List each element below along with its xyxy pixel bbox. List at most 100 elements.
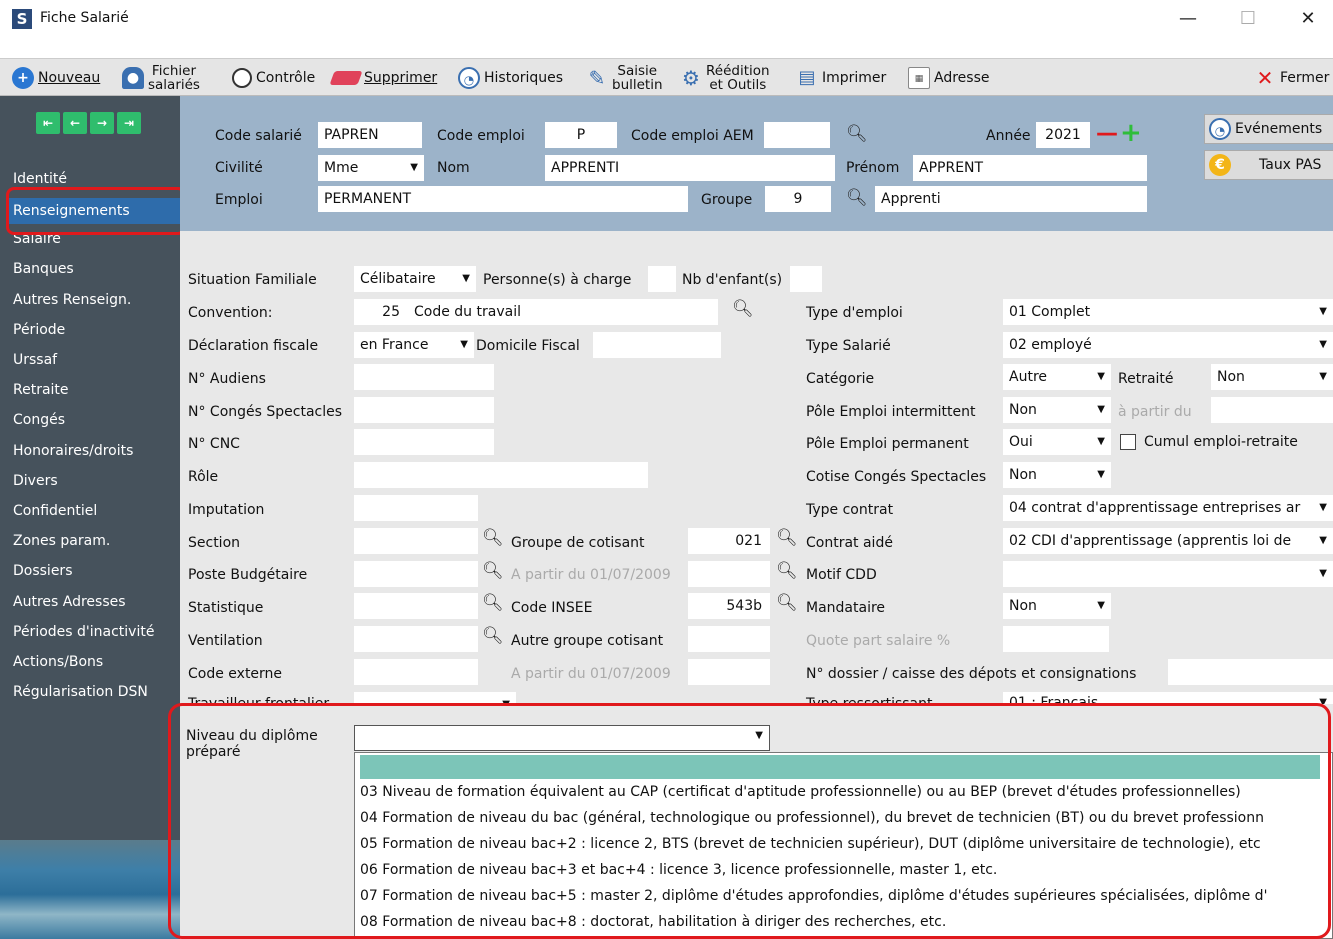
categorie-select[interactable]: Autre: [1003, 364, 1111, 390]
sidebar-item-retraite[interactable]: Retraite: [13, 379, 181, 401]
statistique-label: Statistique: [188, 600, 264, 616]
cumul-emploi-retraite-checkbox[interactable]: [1120, 434, 1136, 450]
role-field[interactable]: [354, 462, 648, 488]
search-icon[interactable]: 🔍︎: [846, 188, 868, 208]
sidebar-item-autres-adresses[interactable]: Autres Adresses: [13, 591, 181, 613]
prenom-field[interactable]: APPRENT: [913, 155, 1147, 181]
section-field[interactable]: [354, 528, 478, 554]
civilite-select[interactable]: Mme: [318, 155, 424, 181]
a-partir-du-field[interactable]: [1211, 397, 1333, 423]
taux-pas-button[interactable]: € Taux PAS: [1204, 150, 1333, 180]
ventilation-label: Ventilation: [188, 633, 263, 649]
declaration-fiscale-select[interactable]: en France: [354, 332, 474, 358]
quote-part-salaire-field[interactable]: [1003, 626, 1109, 652]
pole-emploi-permanent-select[interactable]: Oui: [1003, 429, 1111, 455]
type-contrat-select[interactable]: 04 contrat d'apprentissage entreprises a…: [1003, 495, 1333, 521]
autre-groupe-cotisant-field[interactable]: [688, 626, 770, 652]
code-salarie-label: Code salarié: [215, 128, 302, 144]
saisie-bulletin-button[interactable]: ✎ Saisie bulletin: [586, 59, 663, 97]
sidebar-item-autres-renseign[interactable]: Autres Renseign.: [13, 289, 181, 311]
minimize-button[interactable]: —: [1168, 4, 1208, 34]
cnc-field[interactable]: [354, 429, 494, 455]
a-partir-2009-label: A partir du 01/07/2009: [511, 567, 671, 583]
sidebar-item-periode[interactable]: Période: [13, 319, 181, 341]
convention-code-field[interactable]: 25: [354, 299, 408, 325]
sidebar-item-banques[interactable]: Banques: [13, 258, 181, 280]
search-icon[interactable]: 🔍︎: [776, 593, 798, 613]
sidebar-item-periodes-inactivite[interactable]: Périodes d'inactivité: [13, 621, 181, 643]
domicile-fiscal-field[interactable]: [593, 332, 721, 358]
search-icon[interactable]: 🔍︎: [732, 299, 754, 319]
a-partir-2009-field[interactable]: [688, 561, 770, 587]
first-record-button[interactable]: ⇤: [36, 112, 60, 134]
pole-emploi-intermittent-select[interactable]: Non: [1003, 397, 1111, 423]
code-emploi-aem-field[interactable]: [764, 122, 830, 148]
search-icon[interactable]: 🔍︎: [482, 528, 504, 548]
type-emploi-select[interactable]: 01 Complet: [1003, 299, 1333, 325]
sidebar-item-dossiers[interactable]: Dossiers: [13, 560, 181, 582]
decrement-year-button[interactable]: —: [1096, 121, 1118, 146]
retraite-select[interactable]: Non: [1211, 364, 1333, 390]
maximize-button[interactable]: ☐: [1228, 4, 1268, 34]
sidebar-item-confidentiel[interactable]: Confidentiel: [13, 500, 181, 522]
search-icon[interactable]: 🔍︎: [846, 124, 868, 144]
sidebar-item-actions-bons[interactable]: Actions/Bons: [13, 651, 181, 673]
plus-icon: +: [12, 67, 34, 89]
next-record-button[interactable]: →: [90, 112, 114, 134]
motif-cdd-select[interactable]: [1003, 561, 1333, 587]
code-salarie-field[interactable]: PAPREN: [318, 122, 422, 148]
mandataire-select[interactable]: Non: [1003, 593, 1111, 619]
imputation-field[interactable]: [354, 495, 478, 521]
evenements-button[interactable]: ◔ Evénements: [1204, 114, 1333, 144]
fermer-button[interactable]: ✕ Fermer: [1254, 59, 1330, 97]
personnes-charge-field[interactable]: [648, 266, 676, 292]
previous-record-button[interactable]: ←: [63, 112, 87, 134]
eraser-icon: [329, 71, 363, 85]
ventilation-field[interactable]: [354, 626, 478, 652]
code-externe-field[interactable]: [354, 659, 478, 685]
last-record-button[interactable]: ⇥: [117, 112, 141, 134]
sidebar-item-regularisation-dsn[interactable]: Régularisation DSN: [13, 681, 181, 703]
search-icon[interactable]: 🔍︎: [776, 528, 798, 548]
emploi-field[interactable]: PERMANENT: [318, 186, 688, 212]
increment-year-button[interactable]: +: [1120, 118, 1142, 148]
poste-budgetaire-field[interactable]: [354, 561, 478, 587]
groupe-cotisant-field[interactable]: 021: [688, 528, 770, 554]
supprimer-button[interactable]: Supprimer: [329, 59, 437, 97]
sidebar-item-conges[interactable]: Congés: [13, 409, 181, 431]
search-icon[interactable]: 🔍︎: [776, 561, 798, 581]
search-icon[interactable]: 🔍︎: [482, 593, 504, 613]
search-icon[interactable]: 🔍︎: [482, 561, 504, 581]
a-partir-2009b-field[interactable]: [688, 659, 770, 685]
dossier-caisse-field[interactable]: [1168, 659, 1333, 685]
annee-field[interactable]: 2021: [1036, 122, 1090, 148]
code-emploi-aem-label: Code emploi AEM: [631, 128, 754, 144]
cotise-conges-select[interactable]: Non: [1003, 462, 1111, 488]
contrat-aide-select[interactable]: 02 CDI d'apprentissage (apprentis loi de: [1003, 528, 1333, 554]
convention-field[interactable]: Code du travail: [408, 299, 718, 325]
imprimer-button[interactable]: ▤ Imprimer: [796, 59, 886, 97]
sidebar-item-zones-param[interactable]: Zones param.: [13, 530, 181, 552]
adresse-button[interactable]: ▦ Adresse: [908, 59, 989, 97]
sidebar-item-honoraires[interactable]: Honoraires/droits: [13, 440, 181, 462]
nouveau-button[interactable]: + Nouveau: [12, 59, 100, 97]
situation-familiale-select[interactable]: Célibataire: [354, 266, 476, 292]
conges-spectacles-field[interactable]: [354, 397, 494, 423]
controle-button[interactable]: Contrôle: [232, 59, 315, 97]
audiens-field[interactable]: [354, 364, 494, 390]
sidebar-item-divers[interactable]: Divers: [13, 470, 181, 492]
search-icon[interactable]: 🔍︎: [482, 626, 504, 646]
groupe-field[interactable]: 9: [765, 186, 831, 212]
code-insee-field[interactable]: 543b: [688, 593, 770, 619]
reedition-outils-button[interactable]: ⚙ Réédition et Outils: [680, 59, 770, 97]
sidebar-item-urssaf[interactable]: Urssaf: [13, 349, 181, 371]
historiques-button[interactable]: ◔ Historiques: [458, 59, 563, 97]
nom-field[interactable]: APPRENTI: [545, 155, 835, 181]
close-window-button[interactable]: ✕: [1288, 4, 1328, 34]
nb-enfants-field[interactable]: [790, 266, 822, 292]
code-emploi-field[interactable]: P: [545, 122, 617, 148]
statistique-field[interactable]: [354, 593, 478, 619]
nom-label: Nom: [437, 160, 470, 176]
type-salarie-select[interactable]: 02 employé: [1003, 332, 1333, 358]
fichier-salaries-button[interactable]: ● Fichier salariés: [122, 59, 200, 97]
